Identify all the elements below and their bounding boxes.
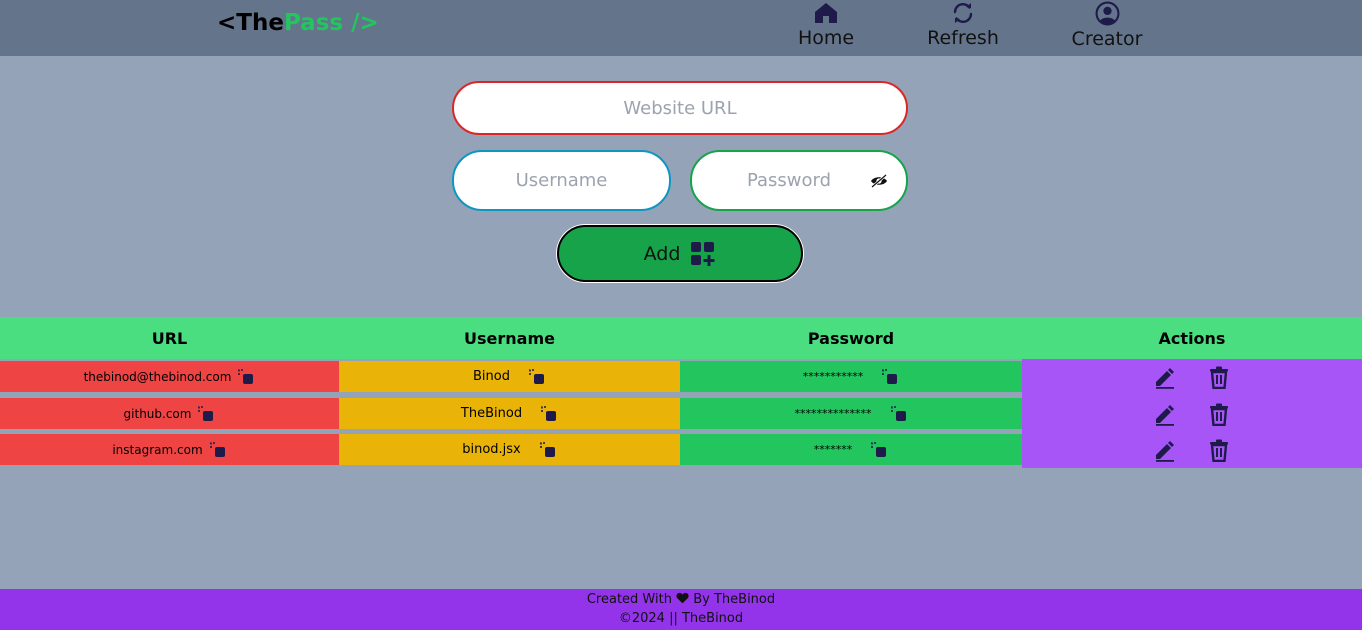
brand-part3: /> <box>343 10 379 36</box>
home-icon <box>815 3 837 23</box>
copy-icon[interactable] <box>209 441 227 459</box>
password-text: ************** <box>794 407 872 420</box>
edit-icon[interactable] <box>1153 402 1177 426</box>
header-username: Username <box>464 328 555 348</box>
header-password: Password <box>807 328 895 348</box>
nav-creator-label: Creator <box>1071 28 1143 50</box>
brand-part2: Pass <box>283 10 344 36</box>
nav-refresh-label: Refresh <box>927 27 999 49</box>
nav-refresh[interactable]: Refresh <box>924 1 1002 49</box>
add-button-label: Add <box>643 242 681 265</box>
actions-cell <box>1022 398 1362 429</box>
eye-slash-icon[interactable] <box>870 174 888 188</box>
url-cell: thebinod@thebinod.com <box>0 361 339 392</box>
actions-cell <box>1022 361 1362 392</box>
url-text: thebinod@thebinod.com <box>83 369 232 384</box>
password-text: ******* <box>813 443 853 456</box>
brand-logo[interactable]: <ThePass /> <box>217 10 379 36</box>
nav-home-label: Home <box>797 27 855 49</box>
copy-icon[interactable] <box>540 405 558 423</box>
username-text: Binod <box>473 369 510 384</box>
delete-icon[interactable] <box>1207 365 1231 389</box>
user-circle-icon <box>1095 1 1119 26</box>
navbar: <ThePass /> Home Refresh Creator <box>0 0 1362 56</box>
brand-part1: <The <box>217 10 284 36</box>
footer-copyright: ©2024 || TheBinod <box>618 611 744 626</box>
username-input[interactable] <box>452 150 671 211</box>
nav-creator[interactable]: Creator <box>1070 1 1144 50</box>
copy-icon[interactable] <box>528 368 546 386</box>
copy-icon[interactable] <box>197 405 215 423</box>
url-cell: instagram.com <box>0 434 339 465</box>
username-text: TheBinod <box>460 406 523 421</box>
add-grid-icon <box>691 241 715 266</box>
url-cell: github.com <box>0 398 339 429</box>
website-url-input[interactable] <box>452 81 908 135</box>
password-cell: ******* <box>680 434 1022 465</box>
heart-icon <box>676 592 689 604</box>
copy-icon[interactable] <box>539 441 557 459</box>
edit-icon[interactable] <box>1153 365 1177 389</box>
footer-created-prefix: Created With <box>586 592 672 607</box>
header-actions: Actions <box>1158 328 1226 348</box>
actions-cell <box>1022 434 1362 465</box>
delete-icon[interactable] <box>1207 402 1231 426</box>
copy-icon[interactable] <box>870 441 888 459</box>
copy-icon[interactable] <box>881 368 899 386</box>
url-text: github.com <box>123 406 192 421</box>
passwords-table: URL Username Password Actions thebinod@t… <box>0 317 1362 468</box>
table-row: instagram.com binod.jsx ******* <box>0 434 1362 465</box>
copy-icon[interactable] <box>237 368 255 386</box>
password-cell: ************** <box>680 398 1022 429</box>
add-button[interactable]: Add <box>557 225 803 282</box>
footer-created-suffix: By TheBinod <box>693 592 776 607</box>
header-url: URL <box>151 328 188 348</box>
username-cell: Binod <box>339 361 680 392</box>
url-text: instagram.com <box>112 442 203 457</box>
delete-icon[interactable] <box>1207 438 1231 462</box>
table-row: thebinod@thebinod.com Binod *********** <box>0 361 1362 392</box>
table-row: github.com TheBinod ************** <box>0 398 1362 429</box>
password-text: *********** <box>802 370 864 383</box>
footer-credit: Created With By TheBinod <box>0 589 1362 609</box>
nav-home[interactable]: Home <box>797 1 855 49</box>
username-text: binod.jsx <box>462 442 521 457</box>
edit-icon[interactable] <box>1153 438 1177 462</box>
footer: Created With By TheBinod ©2024 || TheBin… <box>0 589 1362 630</box>
copy-icon[interactable] <box>890 405 908 423</box>
refresh-icon <box>953 3 973 23</box>
table-header: URL Username Password Actions <box>0 317 1362 359</box>
username-cell: binod.jsx <box>339 434 680 465</box>
password-cell: *********** <box>680 361 1022 392</box>
username-cell: TheBinod <box>339 398 680 429</box>
